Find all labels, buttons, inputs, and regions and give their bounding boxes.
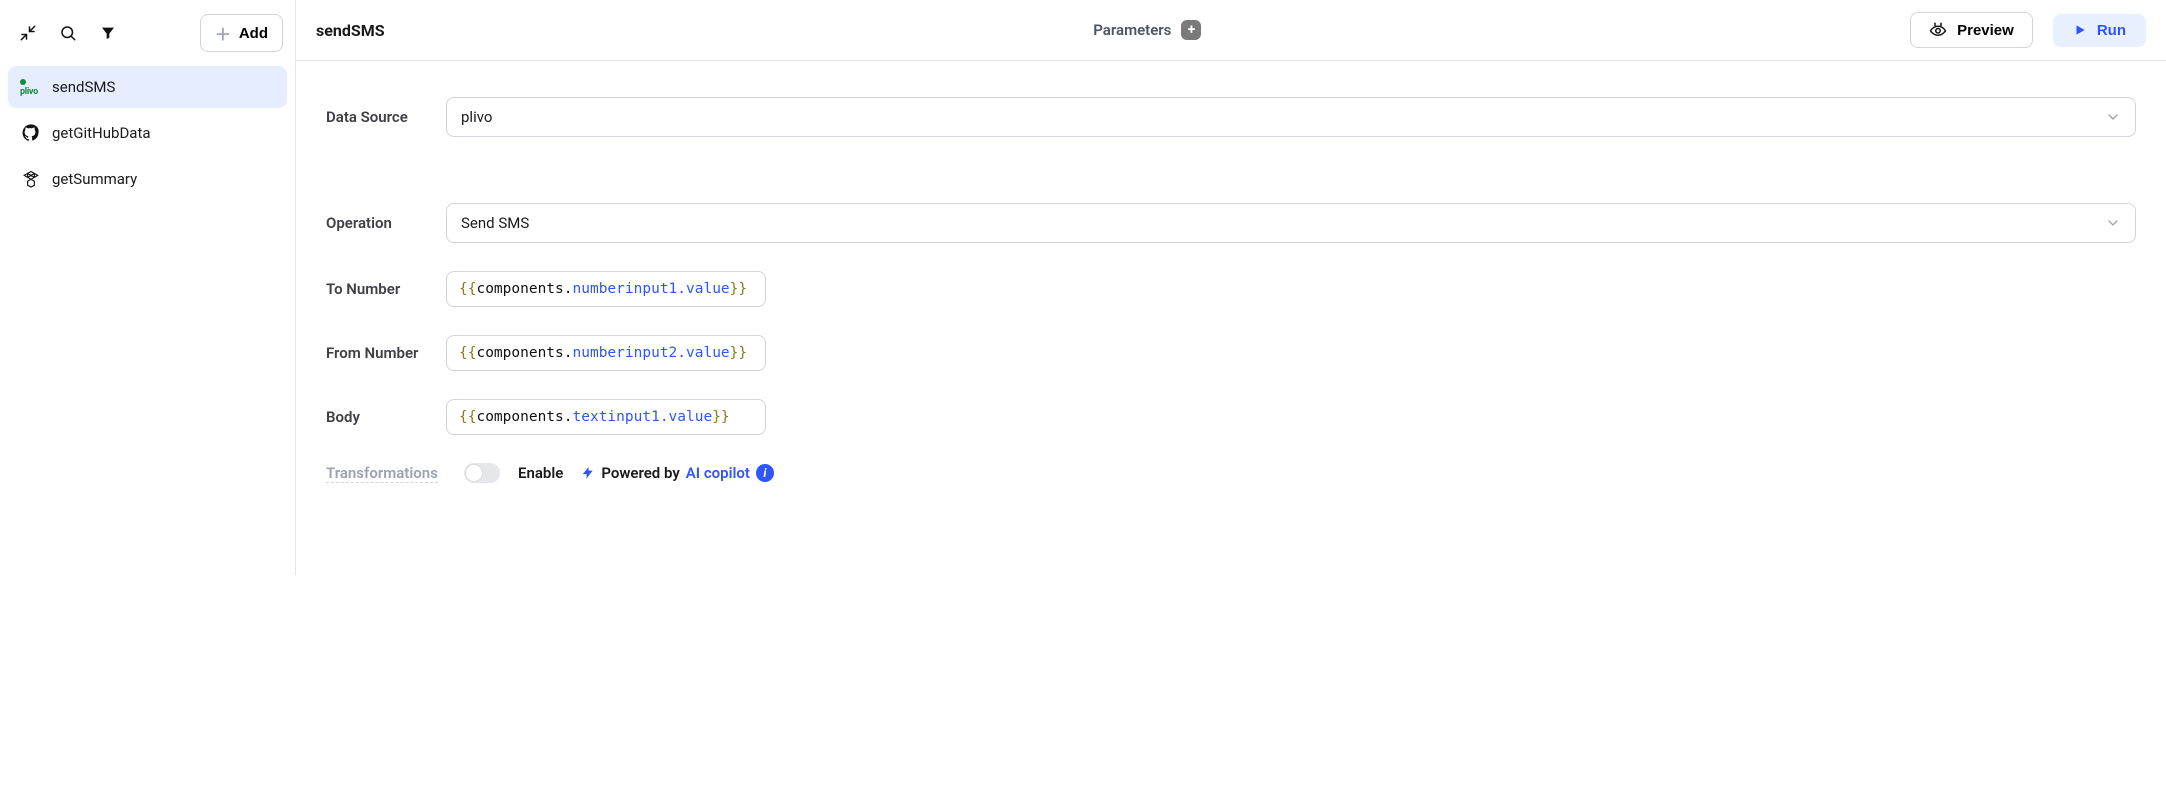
datasource-label: Data Source <box>326 108 446 126</box>
search-icon[interactable] <box>56 21 80 45</box>
transformations-toggle[interactable] <box>464 463 500 483</box>
operation-label: Operation <box>326 214 446 232</box>
bolt-icon <box>581 466 595 480</box>
query-item-getgithubdata[interactable]: getGitHubData <box>8 112 287 154</box>
query-item-label: getGitHubData <box>52 124 151 142</box>
datasource-value: plivo <box>461 108 492 126</box>
run-button[interactable]: Run <box>2053 14 2146 47</box>
preview-label: Preview <box>1957 22 2014 39</box>
ai-copilot-link[interactable]: AI copilot <box>686 464 750 482</box>
main-panel: sendSMS Parameters + Preview Run Da <box>296 0 2166 575</box>
query-item-label: getSummary <box>52 170 137 188</box>
form: Data Source plivo Operation Send SMS <box>296 61 2166 519</box>
chevron-down-icon <box>2105 109 2121 125</box>
sidebar: ＋ Add plivo sendSMS getGitHubData <box>0 0 296 575</box>
query-item-sendsms[interactable]: plivo sendSMS <box>8 66 287 108</box>
parameters-label: Parameters <box>1093 21 1171 39</box>
collapse-icon[interactable] <box>16 21 40 45</box>
query-item-label: sendSMS <box>52 78 115 96</box>
body-input[interactable]: {{components.textinput1.value}} <box>446 399 766 435</box>
play-icon <box>2073 23 2087 37</box>
info-icon[interactable]: i <box>756 464 774 482</box>
plus-icon: ＋ <box>215 21 231 45</box>
add-parameter-button[interactable]: + <box>1181 20 1201 40</box>
operation-value: Send SMS <box>461 214 529 232</box>
add-label: Add <box>239 25 268 42</box>
run-label: Run <box>2097 22 2126 39</box>
query-list: plivo sendSMS getGitHubData getSummary <box>4 62 291 204</box>
copilot-prefix: Powered by <box>601 464 679 482</box>
chevron-down-icon <box>2105 215 2121 231</box>
filter-icon[interactable] <box>96 21 120 45</box>
query-item-getsummary[interactable]: getSummary <box>8 158 287 200</box>
enable-label: Enable <box>518 464 563 482</box>
eye-icon <box>1929 21 1947 39</box>
header: sendSMS Parameters + Preview Run <box>296 0 2166 61</box>
transformations-label: Transformations <box>326 464 438 483</box>
operation-select[interactable]: Send SMS <box>446 203 2136 243</box>
datasource-select[interactable]: plivo <box>446 97 2136 137</box>
body-label: Body <box>326 408 446 426</box>
to-number-label: To Number <box>326 280 446 298</box>
github-icon <box>20 122 42 144</box>
add-query-button[interactable]: ＋ Add <box>200 14 283 52</box>
to-number-input[interactable]: {{components.numberinput1.value}} <box>446 271 766 307</box>
plivo-icon: plivo <box>20 76 42 98</box>
preview-button[interactable]: Preview <box>1910 12 2033 48</box>
from-number-label: From Number <box>326 344 446 362</box>
from-number-input[interactable]: {{components.numberinput2.value}} <box>446 335 766 371</box>
openai-icon <box>20 168 42 190</box>
query-title: sendSMS <box>316 21 385 40</box>
sidebar-toolbar: ＋ Add <box>4 4 291 62</box>
